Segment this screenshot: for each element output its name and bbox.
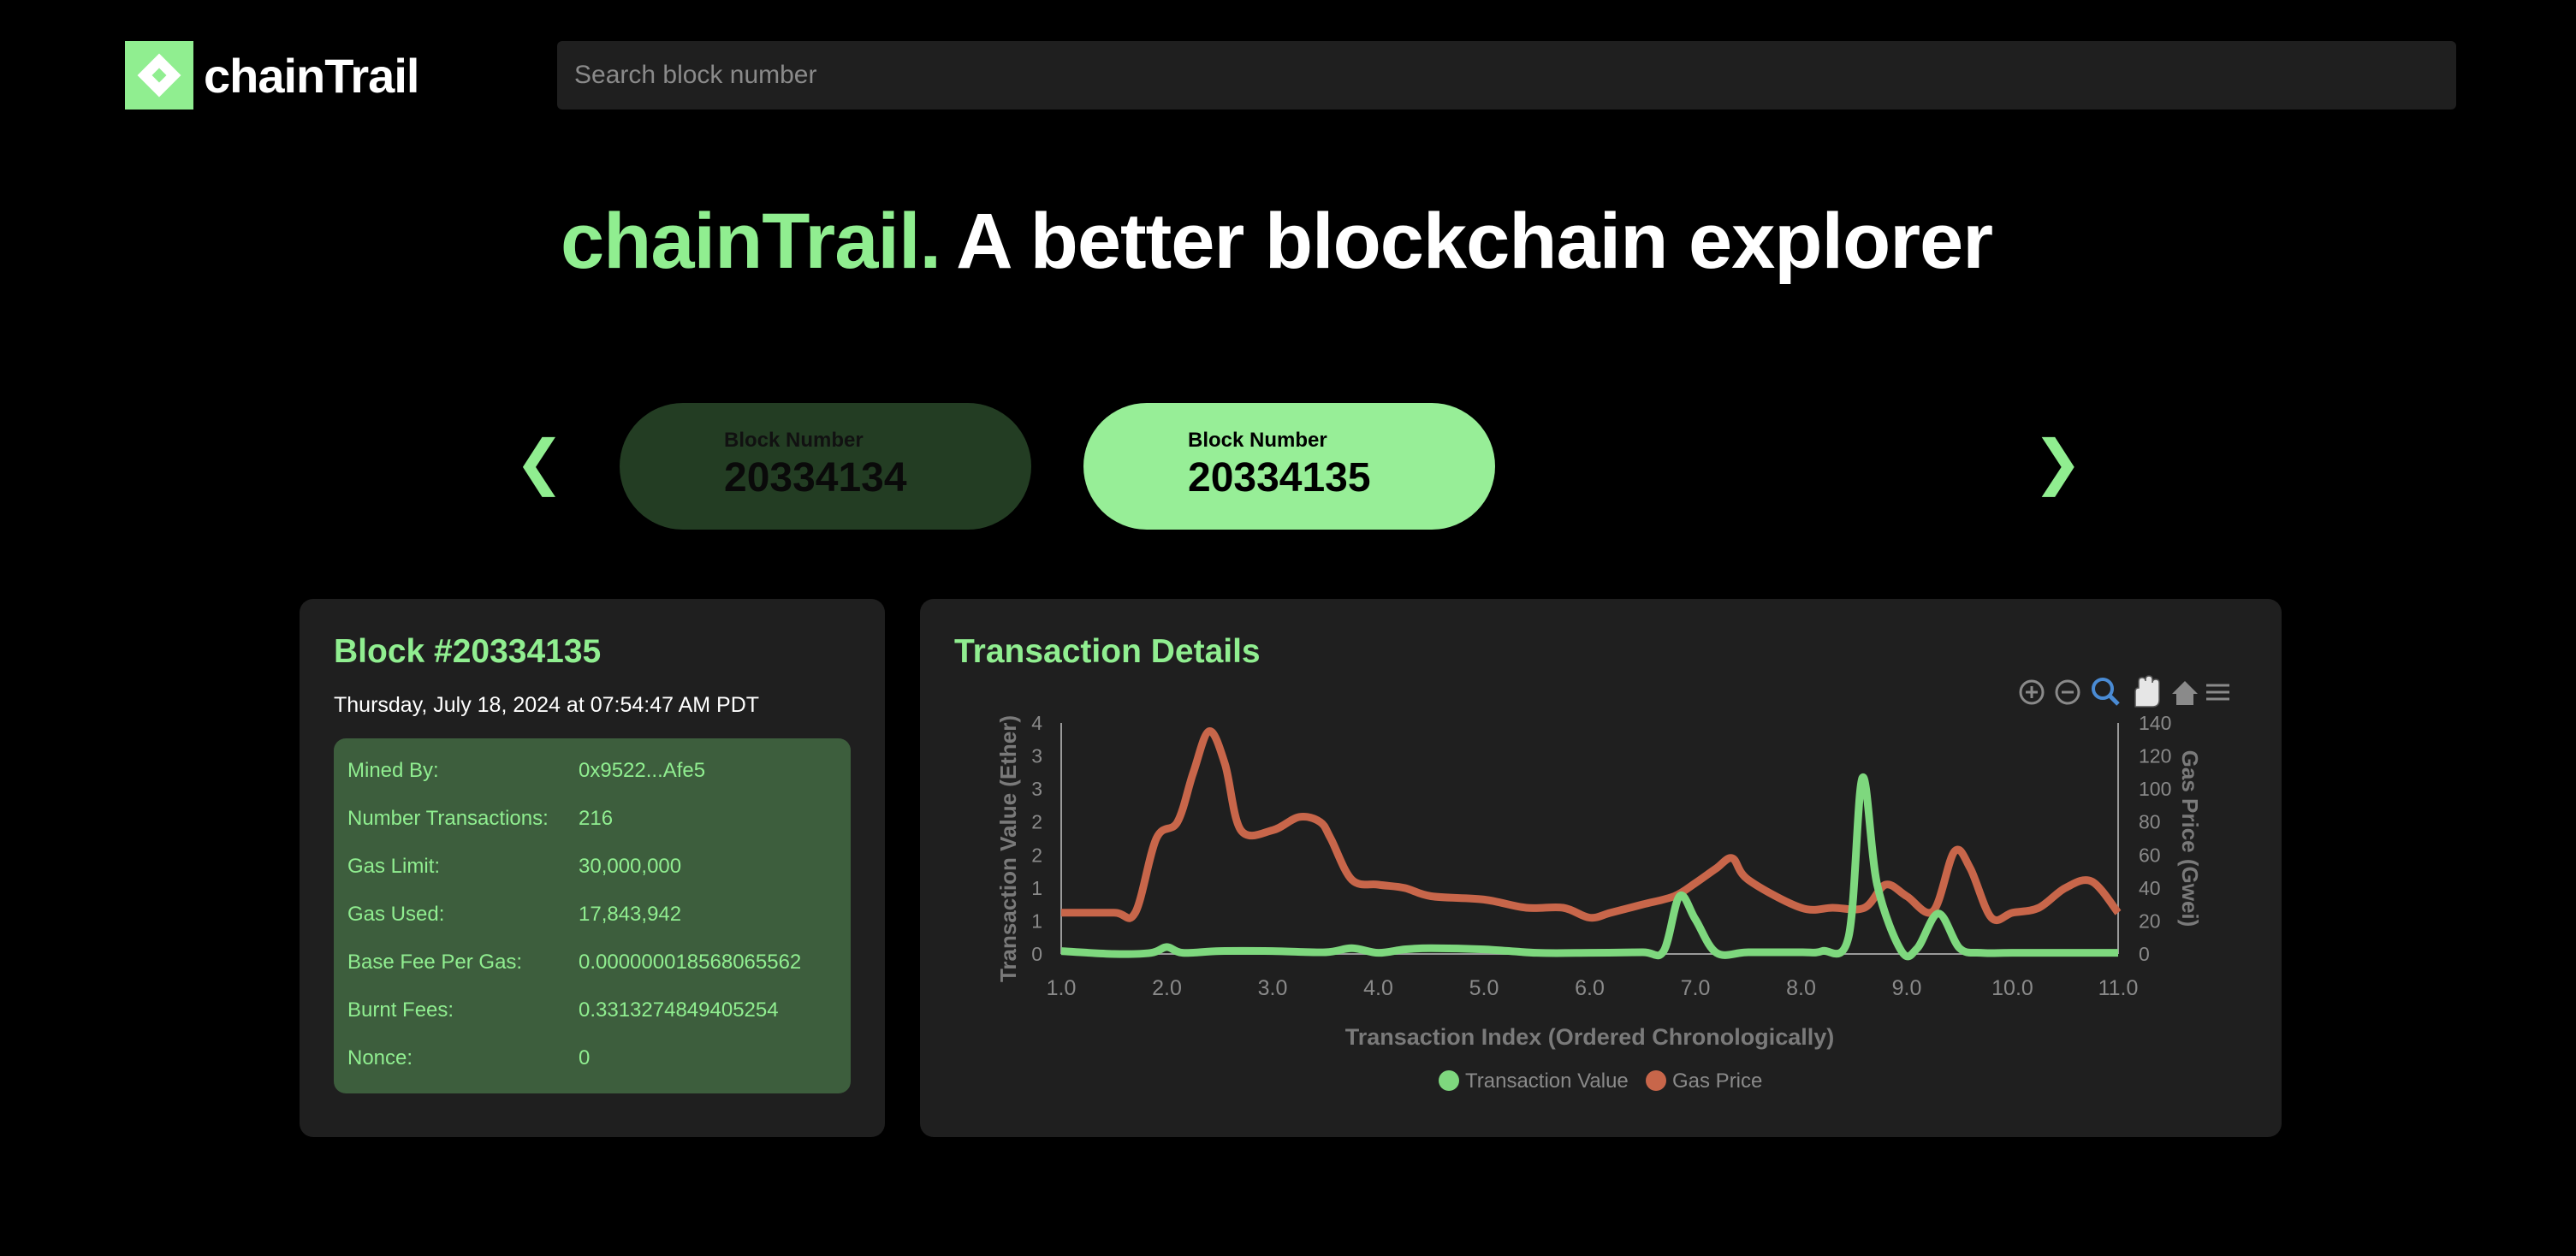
selection-zoom-icon[interactable] (2092, 678, 2114, 700)
logo[interactable]: chainTrail (125, 41, 419, 110)
series-line-transaction-value (1060, 773, 2118, 961)
y-tick-label-right: 60 (2139, 844, 2161, 866)
pan-hand-icon[interactable] (2134, 675, 2160, 708)
y-tick-label-left: 4 (1031, 712, 1042, 734)
block-details-panel: Mined By: 0x9522...Afe5 Number Transactio… (334, 738, 851, 1093)
detail-value: 0.3313274849405254 (579, 998, 779, 1022)
y-tick-label-right: 20 (2139, 909, 2161, 932)
y-tick-label-right: 40 (2139, 877, 2161, 899)
chevron-left-icon[interactable]: ❮ (514, 432, 565, 492)
detail-key: Mined By: (347, 759, 439, 782)
y-tick-label-right: 100 (2139, 778, 2171, 800)
y-tick-label-right: 80 (2139, 811, 2161, 833)
y-tick-label-left: 1 (1031, 909, 1042, 932)
y-tick-label-right: 0 (2139, 943, 2150, 965)
legend-label-transaction-value: Transaction Value (1465, 1069, 1629, 1093)
hero-tagline: A better blockchain explorer (956, 198, 1993, 285)
x-tick-label: 9.0 (1892, 976, 1922, 1000)
x-tick-label: 6.0 (1575, 976, 1605, 1000)
detail-value: 0 (579, 1046, 591, 1069)
detail-key: Gas Limit: (347, 855, 441, 878)
block-title: Block #20334135 (334, 633, 602, 670)
detail-row-transactions: Number Transactions: 216 (347, 807, 613, 831)
block-pill-label: Block Number (724, 429, 864, 452)
logo-diamond-icon (125, 41, 193, 110)
y-tick-label-left: 3 (1031, 778, 1042, 800)
search-input[interactable] (557, 41, 2456, 110)
x-tick-label: 7.0 (1681, 976, 1711, 1000)
y-axis-title-left: Transaction Value (Ether) (995, 715, 1021, 982)
block-pill-previous[interactable]: Block Number 20334134 (620, 403, 1031, 530)
block-pill-label: Block Number (1188, 429, 1327, 452)
series-line-gas-price (1061, 727, 2122, 925)
legend-label-gas-price: Gas Price (1672, 1069, 1762, 1093)
detail-value: 17,843,942 (579, 903, 682, 926)
y-axis-title-right: Gas Price (Gwei) (2177, 750, 2203, 927)
block-details-card: Block #20334135 Thursday, July 18, 2024 … (300, 599, 885, 1137)
detail-key: Nonce: (347, 1046, 413, 1069)
detail-key: Number Transactions: (347, 807, 549, 830)
transaction-chart[interactable]: 1.0 2.0 3.0 4.0 5.0 6.0 7.0 8.0 9.0 10.0 11.001122… (920, 599, 2282, 1137)
x-axis-title: Transaction Index (Ordered Chronological… (1345, 1024, 1835, 1050)
x-tick-label: 4.0 (1363, 976, 1393, 1000)
x-tick-label: 3.0 (1258, 976, 1288, 1000)
block-timestamp: Thursday, July 18, 2024 at 07:54:47 AM P… (334, 693, 760, 717)
legend-marker-transaction-value (1439, 1070, 1459, 1091)
y-tick-label-left: 3 (1031, 745, 1042, 767)
x-tick-label: 5.0 (1469, 976, 1499, 1000)
hero-brand: chainTrail. (561, 198, 941, 285)
x-tick-label: 10.0 (1991, 976, 2033, 1000)
detail-key: Burnt Fees: (347, 998, 454, 1022)
detail-value: 30,000,000 (579, 855, 682, 878)
y-tick-label-left: 2 (1031, 811, 1042, 833)
legend-marker-gas-price (1646, 1070, 1666, 1091)
detail-value: 0.000000018568065562 (579, 951, 802, 974)
block-pill-current[interactable]: Block Number 20334135 (1083, 403, 1495, 530)
selection-zoom-handle (2108, 694, 2120, 706)
chevron-right-icon[interactable]: ❯ (2033, 432, 2083, 492)
detail-key: Gas Used: (347, 903, 445, 926)
detail-value: 216 (579, 807, 614, 830)
detail-row-gas-used: Gas Used: 17,843,942 (347, 903, 681, 927)
detail-row-mined-by: Mined By: 0x9522...Afe5 (347, 759, 705, 783)
y-tick-label-right: 140 (2139, 712, 2171, 734)
block-pill-number: 20334135 (1188, 455, 1371, 501)
block-pill-number: 20334134 (724, 455, 907, 501)
y-tick-label-left: 2 (1031, 844, 1042, 866)
home-reset-icon[interactable] (2172, 681, 2198, 705)
detail-value: 0x9522...Afe5 (579, 759, 706, 782)
y-tick-label-left: 0 (1031, 943, 1042, 965)
y-tick-label-right: 120 (2139, 745, 2171, 767)
transaction-details-card: Transaction Details 1.0 2.0 3.0 4.0 5.0 6.0 7.… (920, 599, 2282, 1137)
detail-row-gas-limit: Gas Limit: 30,000,000 (347, 855, 681, 879)
logo-text: chainTrail (204, 48, 419, 103)
x-tick-label: 1.0 (1047, 976, 1077, 1000)
page-title: chainTrail. A better blockchain explorer (561, 197, 1993, 287)
detail-row-nonce: Nonce: 0 (347, 1046, 590, 1070)
y-tick-label-left: 1 (1031, 877, 1042, 899)
detail-row-base-fee: Base Fee Per Gas: 0.000000018568065562 (347, 951, 801, 975)
detail-key: Base Fee Per Gas: (347, 951, 523, 974)
x-tick-label: 11.0 (2098, 976, 2139, 1000)
x-tick-label: 8.0 (1786, 976, 1816, 1000)
detail-row-burnt-fees: Burnt Fees: 0.3313274849405254 (347, 998, 779, 1022)
x-tick-label: 2.0 (1152, 976, 1182, 1000)
